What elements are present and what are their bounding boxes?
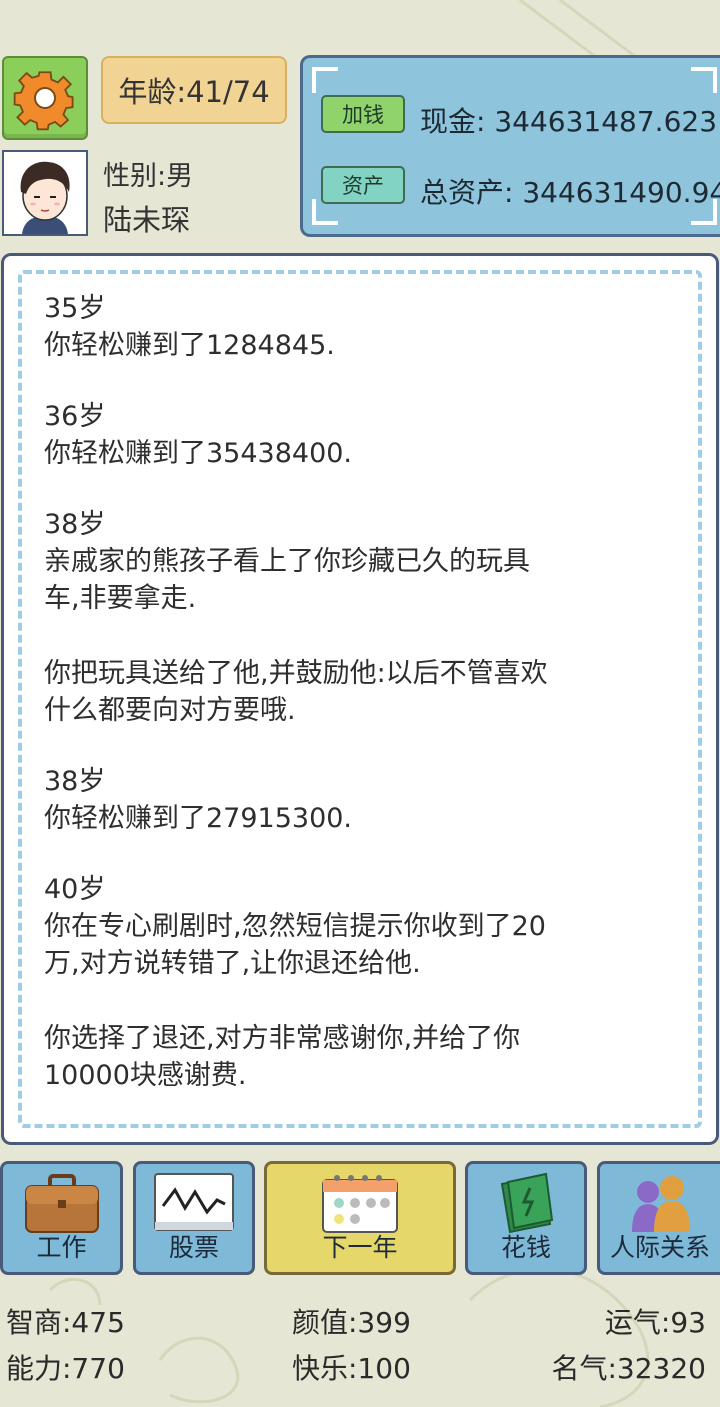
event-text: 你选择了退还,对方非常感谢你,并给了你 <box>44 1023 521 1054</box>
money-panel: 加钱 现金: 344631487.623 资产 总资产: 344631490.9… <box>300 55 720 237</box>
work-button[interactable]: 工作 <box>0 1161 123 1275</box>
event-text: 10000块感谢费. <box>44 1060 247 1091</box>
event-text: 你轻松赚到了1284845. <box>44 330 335 361</box>
event-age: 35岁 <box>44 293 106 324</box>
work-label: 工作 <box>36 1233 87 1262</box>
stat-looks: 颜值:399 <box>292 1306 411 1339</box>
event-entry: 40岁 你在专心刷剧时,忽然短信提示你收到了20 万,对方说转错了,让你退还给他… <box>44 871 664 982</box>
event-text: 车,非要拿走. <box>44 583 197 614</box>
event-age: 38岁 <box>44 766 106 797</box>
briefcase-icon <box>24 1174 99 1233</box>
stocks-button[interactable]: 股票 <box>133 1161 255 1275</box>
avatar-boy <box>20 161 70 234</box>
money-stack-icon <box>500 1172 554 1234</box>
panel-corner <box>312 67 338 93</box>
total-assets-display: 总资产: 344631490.94 <box>420 176 720 209</box>
people-icon <box>632 1176 690 1232</box>
assets-button[interactable]: 资产 <box>321 166 405 204</box>
gender-label: 性别:男 <box>103 161 194 192</box>
event-entry: 你把玩具送给了他,并鼓励他:以后不管喜欢 什么都要向对方要哦. <box>44 655 664 729</box>
stocks-label: 股票 <box>168 1233 219 1262</box>
age-display: 年龄:41/74 <box>101 56 287 124</box>
event-entry: 36岁 你轻松赚到了35438400. <box>44 398 664 472</box>
next-year-button[interactable]: 下一年 <box>264 1161 456 1275</box>
calendar-icon <box>322 1175 398 1233</box>
event-age: 36岁 <box>44 401 106 432</box>
cash-display: 现金: 344631487.623 <box>420 105 718 138</box>
event-text: 你把玩具送给了他,并鼓励他:以后不管喜欢 <box>44 658 548 689</box>
event-text: 你轻松赚到了35438400. <box>44 438 353 469</box>
stat-iq: 智商:475 <box>6 1306 125 1339</box>
event-text: 你轻松赚到了27915300. <box>44 803 353 834</box>
event-text: 什么都要向对方要哦. <box>44 695 296 726</box>
stat-fame: 名气:32320 <box>551 1352 706 1385</box>
gear-icon <box>13 71 74 131</box>
spend-label: 花钱 <box>500 1233 551 1262</box>
event-text: 亲戚家的熊孩子看上了你珍藏已久的玩具 <box>44 546 530 577</box>
event-entry: 你选择了退还,对方非常感谢你,并给了你 10000块感谢费. <box>44 1020 664 1094</box>
panel-corner <box>691 67 717 93</box>
event-entry: 38岁 你轻松赚到了27915300. <box>44 763 664 837</box>
event-age: 40岁 <box>44 874 106 905</box>
event-text: 万,对方说转错了,让你退还给他. <box>44 948 421 979</box>
relations-label: 人际关系 <box>609 1233 710 1262</box>
next-year-label: 下一年 <box>322 1233 398 1262</box>
add-money-button[interactable]: 加钱 <box>321 95 405 133</box>
avatar[interactable] <box>2 150 88 236</box>
event-entry: 38岁 亲戚家的熊孩子看上了你珍藏已久的玩具 车,非要拿走. <box>44 506 664 617</box>
stat-happiness: 快乐:100 <box>292 1352 411 1385</box>
stat-luck: 运气:93 <box>604 1306 706 1339</box>
spend-button[interactable]: 花钱 <box>465 1161 587 1275</box>
relations-button[interactable]: 人际关系 <box>597 1161 720 1275</box>
event-age: 38岁 <box>44 509 106 540</box>
settings-button[interactable] <box>2 56 88 140</box>
player-name: 陆未琛 <box>103 203 191 237</box>
stock-chart-icon <box>154 1173 234 1231</box>
event-entry: 35岁 你轻松赚到了1284845. <box>44 290 664 364</box>
stat-ability: 能力:770 <box>6 1352 125 1385</box>
event-text: 你在专心刷剧时,忽然短信提示你收到了20 <box>44 911 546 942</box>
